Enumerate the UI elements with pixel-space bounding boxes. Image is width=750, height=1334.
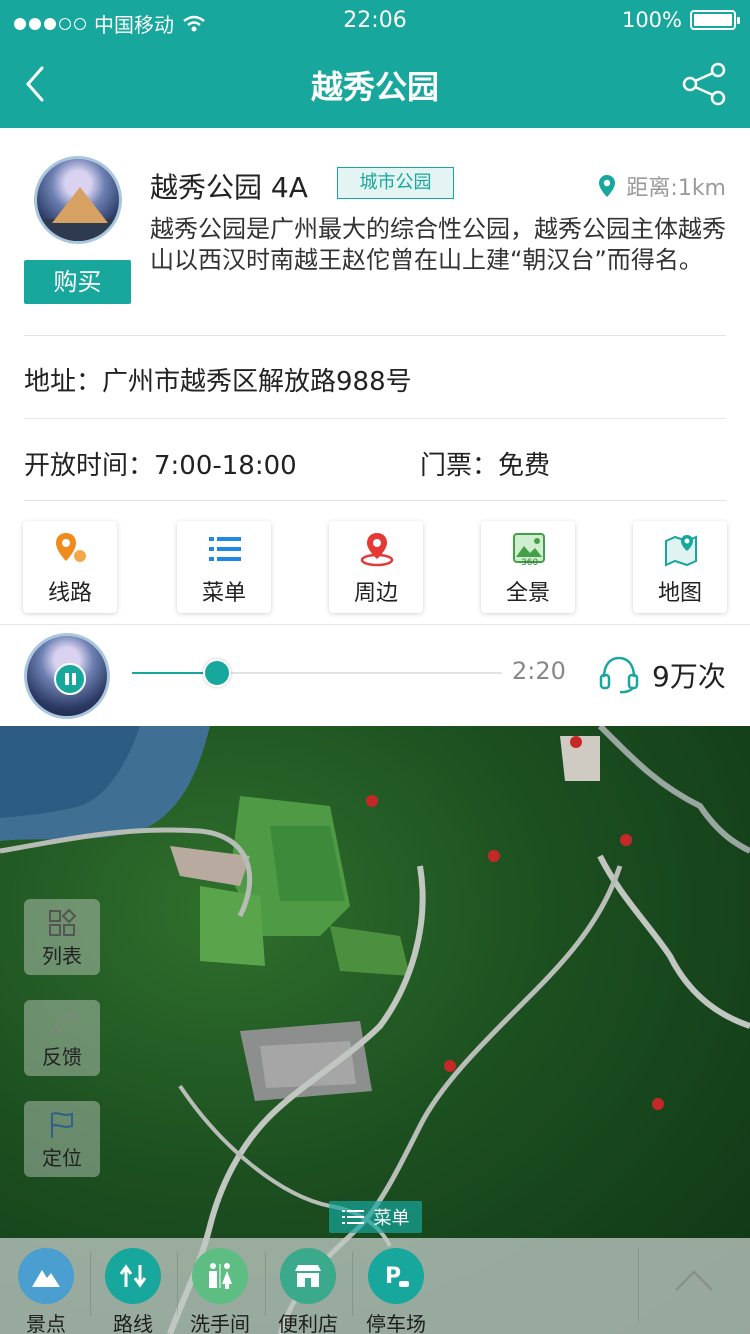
route-pin-icon (56, 533, 86, 562)
headphones-icon (599, 656, 639, 694)
route-arrows-icon (105, 1248, 161, 1304)
action-nearby-button[interactable]: 周边 (329, 521, 423, 613)
address-label: 地址：广州市越秀区解放路988号 (24, 367, 412, 397)
store-icon (280, 1248, 336, 1304)
location-pin-icon (360, 533, 394, 567)
battery-percent: 100% (621, 8, 682, 32)
category-restroom[interactable]: 洗手间 (180, 1248, 260, 1334)
audio-time: 2:20 (512, 657, 566, 685)
action-label: 地图 (657, 581, 702, 606)
map-button-label: 定位 (42, 1146, 82, 1170)
action-menu-button[interactable]: 菜单 (177, 521, 271, 613)
map-icon (665, 535, 697, 567)
mountain-icon (18, 1248, 74, 1304)
poi-name: 越秀公园 4A (150, 171, 308, 204)
action-label: 线路 (47, 581, 92, 606)
progress-knob[interactable] (203, 659, 232, 687)
pause-icon[interactable] (54, 663, 86, 695)
action-label: 周边 (353, 581, 398, 606)
status-bar: 中国移动 22:06 100% (0, 0, 750, 40)
category-scenic[interactable]: 景点 (6, 1248, 86, 1334)
divider (24, 500, 726, 501)
map-feedback-button[interactable]: 反馈 (24, 1000, 100, 1076)
parking-icon: P (368, 1248, 424, 1304)
divider (24, 418, 726, 419)
menu-chip-label: 菜单 (373, 1208, 410, 1229)
category-route[interactable]: 路线 (93, 1248, 173, 1334)
audio-player: 2:20 9万次 (0, 624, 750, 726)
app-header: 中国移动 22:06 100% 越秀公园 (0, 0, 750, 128)
share-icon[interactable] (680, 60, 730, 110)
list-icon (209, 537, 241, 561)
battery-icon (690, 10, 740, 30)
distance-info: 距离:1km (598, 170, 726, 202)
grid-list-icon (49, 909, 76, 936)
ticket-price-label: 门票：免费 (420, 451, 551, 481)
map-button-label: 反馈 (42, 1045, 82, 1069)
play-count: 9万次 (652, 660, 726, 693)
category-label: 路线 (113, 1312, 153, 1334)
progress-track[interactable] (132, 672, 502, 674)
chevron-up-icon[interactable] (672, 1258, 716, 1302)
svg-text:360: 360 (521, 558, 538, 567)
pencil-icon (50, 1011, 75, 1036)
panorama-360-icon: 360 (513, 533, 545, 567)
action-label: 全景 (505, 581, 550, 606)
poi-thumbnail[interactable] (34, 156, 122, 244)
category-label: 景点 (26, 1312, 66, 1334)
category-label: 便利店 (278, 1312, 338, 1334)
quick-actions: 线路 菜单 周边 360 全景 地图 (0, 521, 750, 613)
category-parking[interactable]: P 停车场 (356, 1248, 436, 1334)
poi-description: 越秀公园是广州最大的综合性公园，越秀公园主体越秀山以西汉时南越王赵佗曾在山上建“… (150, 215, 726, 274)
action-panorama-button[interactable]: 360 全景 (481, 521, 575, 613)
divider (24, 335, 726, 336)
category-label: 停车场 (366, 1312, 426, 1334)
list-icon (341, 1210, 364, 1224)
opening-hours-label: 开放时间：7:00-18:00 (24, 451, 297, 481)
distance-label: 距离:1km (626, 176, 726, 201)
action-map-button[interactable]: 地图 (633, 521, 727, 613)
action-route-button[interactable]: 线路 (23, 521, 117, 613)
map-menu-chip[interactable]: 菜单 (329, 1201, 422, 1233)
category-bar: 景点 路线 洗手间 便利店 P 停车场 (0, 1238, 750, 1334)
map-button-label: 列表 (42, 944, 82, 968)
category-tag: 城市公园 (337, 167, 454, 199)
buy-button[interactable]: 购买 (24, 260, 131, 304)
svg-text:P: P (385, 1264, 401, 1289)
map-locate-button[interactable]: 定位 (24, 1101, 100, 1177)
action-label: 菜单 (201, 581, 246, 606)
location-pin-icon (599, 175, 616, 197)
restroom-icon (192, 1248, 248, 1304)
category-label: 洗手间 (190, 1312, 250, 1334)
map-list-button[interactable]: 列表 (24, 899, 100, 975)
flag-icon (51, 1112, 73, 1138)
audio-cover (24, 633, 110, 719)
page-title: 越秀公园 (310, 68, 439, 106)
category-store[interactable]: 便利店 (268, 1248, 348, 1334)
